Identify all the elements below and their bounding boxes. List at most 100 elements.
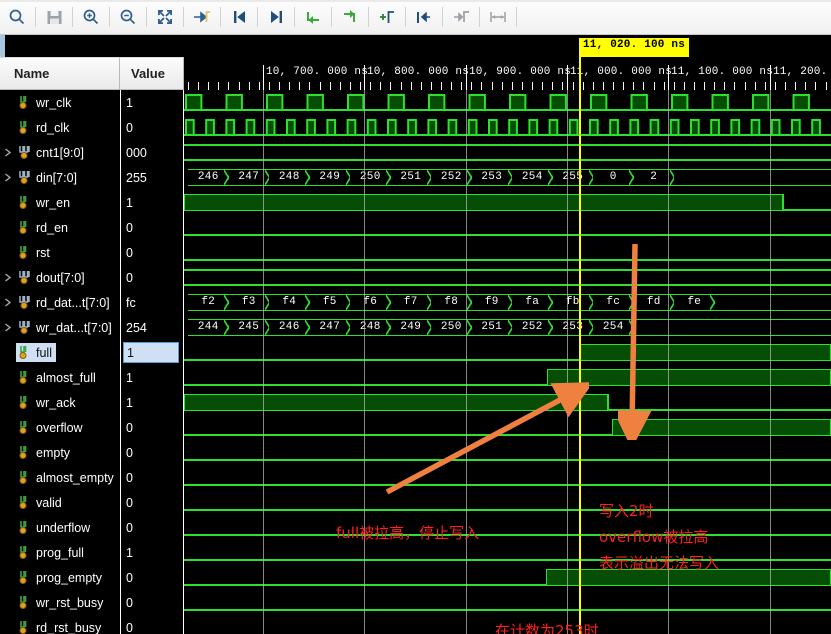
- signal-name-cell[interactable]: prog_full: [16, 543, 88, 562]
- ruler-minor-tick: [279, 82, 280, 90]
- column-header-name[interactable]: Name: [0, 57, 120, 90]
- column-header-value[interactable]: Value: [120, 57, 184, 90]
- panel-resize-handle[interactable]: [0, 35, 5, 57]
- waveform-row-full[interactable]: [184, 340, 831, 365]
- cursor-time-flag[interactable]: 11, 020. 100 ns: [579, 38, 690, 57]
- signal-name-cell[interactable]: rd_clk: [16, 118, 73, 137]
- signal-name-cell[interactable]: wr_ack: [16, 393, 80, 412]
- previous-transition-icon[interactable]: [222, 2, 256, 32]
- signal-name-cell[interactable]: wr_dat...t[7:0]: [16, 318, 116, 337]
- signal-row-wr_en[interactable]: wr_en 1: [0, 190, 184, 215]
- waveform-row-rd_clk[interactable]: [184, 115, 831, 140]
- zoom-in-icon[interactable]: [74, 2, 108, 32]
- signal-row-almost_empty[interactable]: almost_empty 0: [0, 465, 184, 490]
- expand-chevron-icon[interactable]: [0, 265, 16, 290]
- signal-name-cell[interactable]: wr_clk: [16, 93, 75, 112]
- zoom-out-icon[interactable]: [111, 2, 145, 32]
- expand-chevron-icon[interactable]: [0, 165, 16, 190]
- signal-name-cell[interactable]: rd_en: [16, 218, 72, 237]
- waveform-row-wr_rst_busy[interactable]: [184, 590, 831, 615]
- waveform-row-wr_en[interactable]: [184, 190, 831, 215]
- next-transition-icon[interactable]: [259, 2, 293, 32]
- add-marker-icon[interactable]: [370, 2, 404, 32]
- signal-row-wr_clk[interactable]: wr_clk 1: [0, 90, 184, 115]
- ruler-minor-tick: [228, 82, 229, 90]
- signal-name-cell[interactable]: rst: [16, 243, 54, 262]
- toolbar-separator: [479, 7, 480, 27]
- signal-name-cell[interactable]: din[7:0]: [16, 168, 81, 187]
- signal-name-cell[interactable]: rd_rst_busy: [16, 618, 105, 634]
- signal-row-full[interactable]: full 1: [0, 340, 184, 365]
- bus-value-text: 2: [650, 170, 658, 183]
- signal-row-rst[interactable]: rst 0: [0, 240, 184, 265]
- signal-name-cell[interactable]: overflow: [16, 418, 87, 437]
- signal-row-dout70[interactable]: dout[7:0] 0: [0, 265, 184, 290]
- expand-chevron-icon[interactable]: [0, 315, 16, 340]
- bus-value-text: fe: [687, 295, 702, 308]
- expand-chevron-icon[interactable]: [0, 290, 16, 315]
- ruler-minor-tick: [370, 82, 371, 90]
- logic-signal-icon: [16, 340, 33, 365]
- waveform-row-rd_en[interactable]: [184, 215, 831, 240]
- waveform-row-din[interactable]: 246 247 248 249 250 251 252 253 254 255 0 2: [184, 165, 831, 190]
- waveform-row-wr_data_count[interactable]: 244 245 246 247 248 249 250 251 252 253 254: [184, 315, 831, 340]
- add-group-icon[interactable]: [444, 2, 478, 32]
- signal-name-cell[interactable]: dout[7:0]: [16, 268, 89, 287]
- signal-name-cell[interactable]: rd_dat...t[7:0]: [16, 293, 114, 312]
- signal-name-cell[interactable]: wr_rst_busy: [16, 593, 107, 612]
- save-icon[interactable]: [37, 2, 71, 32]
- toolbar-separator: [109, 7, 110, 27]
- signal-row-cnt190[interactable]: cnt1[9:0] 000: [0, 140, 184, 165]
- signal-row-rd_datt70[interactable]: rd_dat...t[7:0] fc: [0, 290, 184, 315]
- next-marker-icon[interactable]: [333, 2, 367, 32]
- signal-name-label: empty: [36, 445, 71, 460]
- signal-row-almost_full[interactable]: almost_full 1: [0, 365, 184, 390]
- signal-row-rd_rst_busy[interactable]: rd_rst_busy 0: [0, 615, 184, 634]
- waveform-row-wr_clk[interactable]: [184, 90, 831, 115]
- signal-row-prog_empty[interactable]: prog_empty 0: [0, 565, 184, 590]
- signal-row-din70[interactable]: din[7:0] 255: [0, 165, 184, 190]
- search-icon[interactable]: [0, 2, 34, 32]
- bus-value-cell: 252: [512, 319, 553, 336]
- time-ruler[interactable]: 10, 700. 000 ns 10, 800. 000 ns 10, 900. 0…: [184, 35, 831, 90]
- waveform-row-prog_empty[interactable]: [184, 565, 831, 590]
- zoom-fit-icon[interactable]: [148, 2, 182, 32]
- bus-value-text: 0: [609, 170, 617, 183]
- waveform-row-underflow[interactable]: [184, 515, 831, 540]
- signal-value-label: 1: [126, 95, 133, 110]
- waveform-row-dout[interactable]: [184, 265, 831, 290]
- waveform-canvas[interactable]: 246 247 248 249 250 251 252 253 254 255 0 2: [184, 90, 831, 634]
- signal-row-wr_datt70[interactable]: wr_dat...t[7:0] 254: [0, 315, 184, 340]
- signal-row-prog_full[interactable]: prog_full 1: [0, 540, 184, 565]
- signal-name-cell[interactable]: prog_empty: [16, 568, 106, 587]
- waveform-row-rst[interactable]: [184, 240, 831, 265]
- signal-name-cell[interactable]: empty: [16, 443, 74, 462]
- signal-row-overflow[interactable]: overflow 0: [0, 415, 184, 440]
- signal-name-cell[interactable]: almost_empty: [16, 468, 118, 487]
- ruler-minor-tick: [320, 82, 321, 90]
- signal-row-empty[interactable]: empty 0: [0, 440, 184, 465]
- signal-name-cell[interactable]: valid: [16, 493, 66, 512]
- signal-row-underflow[interactable]: underflow 0: [0, 515, 184, 540]
- expand-chevron-icon[interactable]: [0, 140, 16, 165]
- bus-value-text: 249: [400, 320, 422, 333]
- signal-row-rd_en[interactable]: rd_en 0: [0, 215, 184, 240]
- signal-row-rd_clk[interactable]: rd_clk 0: [0, 115, 184, 140]
- waveform-row-prog_full[interactable]: [184, 540, 831, 565]
- signal-row-wr_rst_busy[interactable]: wr_rst_busy 0: [0, 590, 184, 615]
- waveform-row-rd_data_count[interactable]: f2 f3 f4 f5 f6 f7 f8 f9 fa fb fc fd fe: [184, 290, 831, 315]
- goto-edge-icon[interactable]: [185, 2, 219, 32]
- time-cursor[interactable]: [579, 90, 581, 634]
- waveform-row-cnt1[interactable]: [184, 140, 831, 165]
- measure-time-icon[interactable]: [481, 2, 515, 32]
- signal-row-valid[interactable]: valid 0: [0, 490, 184, 515]
- add-divider-icon[interactable]: [407, 2, 441, 32]
- previous-marker-icon[interactable]: [296, 2, 330, 32]
- signal-name-cell[interactable]: wr_en: [16, 193, 74, 212]
- signal-row-wr_ack[interactable]: wr_ack 1: [0, 390, 184, 415]
- ruler-minor-tick: [218, 82, 219, 90]
- signal-name-cell[interactable]: almost_full: [16, 368, 100, 387]
- signal-name-cell[interactable]: cnt1[9:0]: [16, 143, 88, 162]
- signal-name-cell[interactable]: full: [16, 343, 56, 362]
- signal-name-cell[interactable]: underflow: [16, 518, 94, 537]
